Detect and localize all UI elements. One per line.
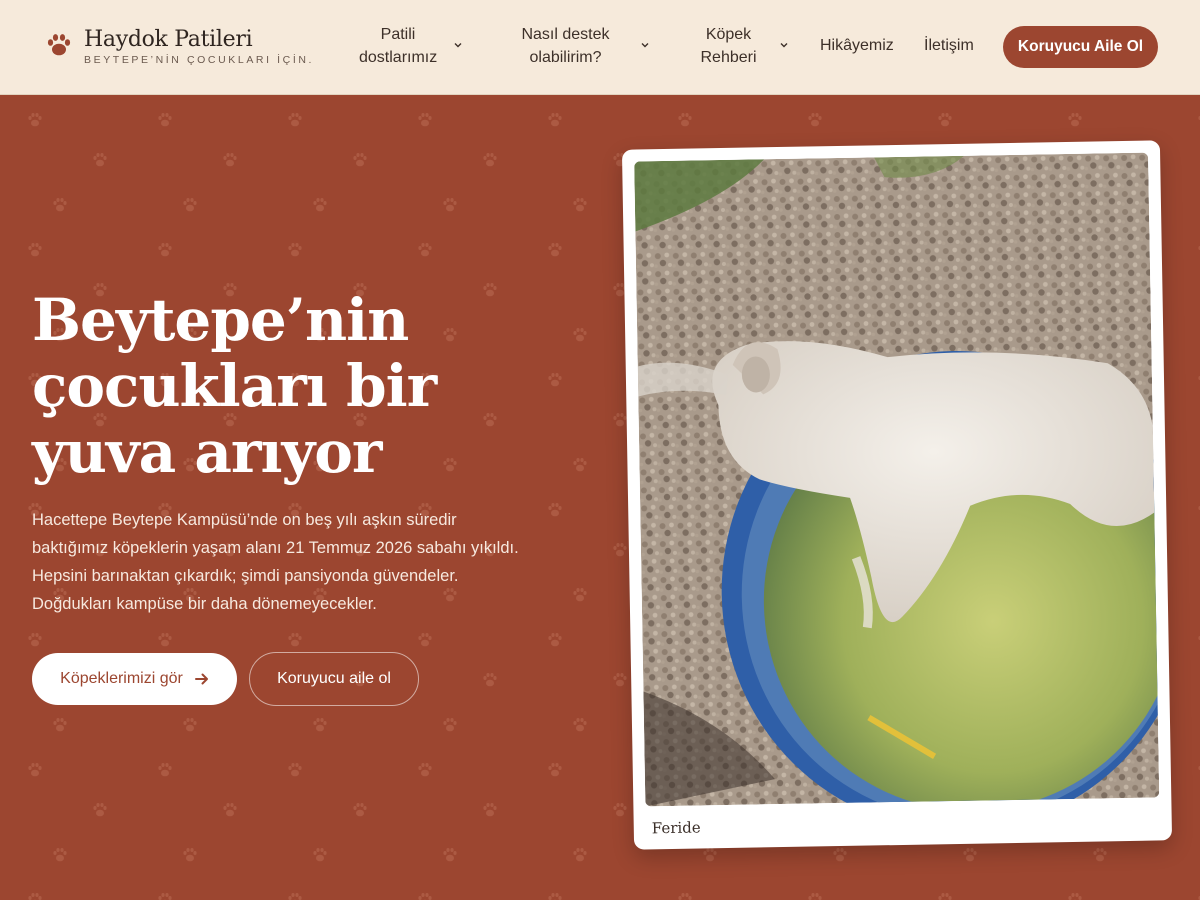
hero-text-line: Doğdukları kampüse bir daha dönemeyecekl… xyxy=(32,595,377,613)
hero-title: Beytepe’nin çocukları bir yuva arıyor xyxy=(32,287,552,485)
nav-label-line2: olabilirim? xyxy=(529,49,602,66)
see-our-dogs-button[interactable]: Köpeklerimizi gör xyxy=(32,653,237,705)
nav-kopek-rehberi[interactable]: Köpek Rehberi xyxy=(697,23,760,69)
chevron-down-icon[interactable] xyxy=(640,40,650,50)
hero-title-line: Beytepe’nin xyxy=(32,286,409,354)
hero-text-line: baktığımız köpeklerin yaşam alanı 21 Tem… xyxy=(32,539,519,557)
nav-label-line1: Köpek xyxy=(705,26,752,43)
nav-hikayemiz[interactable]: Hikâyemiz xyxy=(820,34,894,57)
nav-label-line1: Patili xyxy=(380,26,416,43)
site-logo[interactable]: Haydok Patileri BEYTEPE’NİN ÇOCUKLARI İÇ… xyxy=(46,28,314,66)
hero-text-line: Hacettepe Beytepe Kampüsü’nde on beş yıl… xyxy=(32,511,457,529)
nav-iletisim[interactable]: İletişim xyxy=(924,34,974,57)
site-header: Haydok Patileri BEYTEPE’NİN ÇOCUKLARI İÇ… xyxy=(0,0,1200,95)
see-our-dogs-label: Köpeklerimizi gör xyxy=(60,670,183,687)
hero-title-line: çocukları bir xyxy=(32,352,437,420)
chevron-down-icon[interactable] xyxy=(453,40,463,50)
hero-text-line: Hepsini barınaktan çıkardık; şimdi pansi… xyxy=(32,567,459,585)
arrow-right-icon xyxy=(194,673,208,685)
logo-tagline: BEYTEPE’NİN ÇOCUKLARI İÇİN. xyxy=(84,54,315,66)
paw-icon xyxy=(47,34,71,56)
nav-label-line1: Nasıl destek xyxy=(521,26,610,43)
chevron-down-icon[interactable] xyxy=(779,40,789,50)
nav-label-line2: Rehberi xyxy=(700,49,757,66)
dog-photo xyxy=(634,152,1160,807)
nav-patili-dostlarimiz[interactable]: Patili dostlarımız xyxy=(359,23,437,69)
foster-family-cta-button[interactable]: Koruyucu Aile Ol xyxy=(1003,26,1158,68)
become-foster-button[interactable]: Koruyucu aile ol xyxy=(249,652,419,706)
hero-section: Beytepe’nin çocukları bir yuva arıyor Ha… xyxy=(0,95,1200,900)
hero-title-line: yuva arıyor xyxy=(32,418,382,486)
logo-name: Haydok Patileri xyxy=(84,27,253,52)
nav-nasil-destek[interactable]: Nasıl destek olabilirim? xyxy=(518,23,613,69)
dog-photo-card: Feride xyxy=(621,140,1173,850)
nav-label-line2: dostlarımız xyxy=(359,49,438,66)
photo-caption: Feride xyxy=(651,818,701,838)
hero-description: Hacettepe Beytepe Kampüsü’nde on beş yıl… xyxy=(32,506,577,618)
